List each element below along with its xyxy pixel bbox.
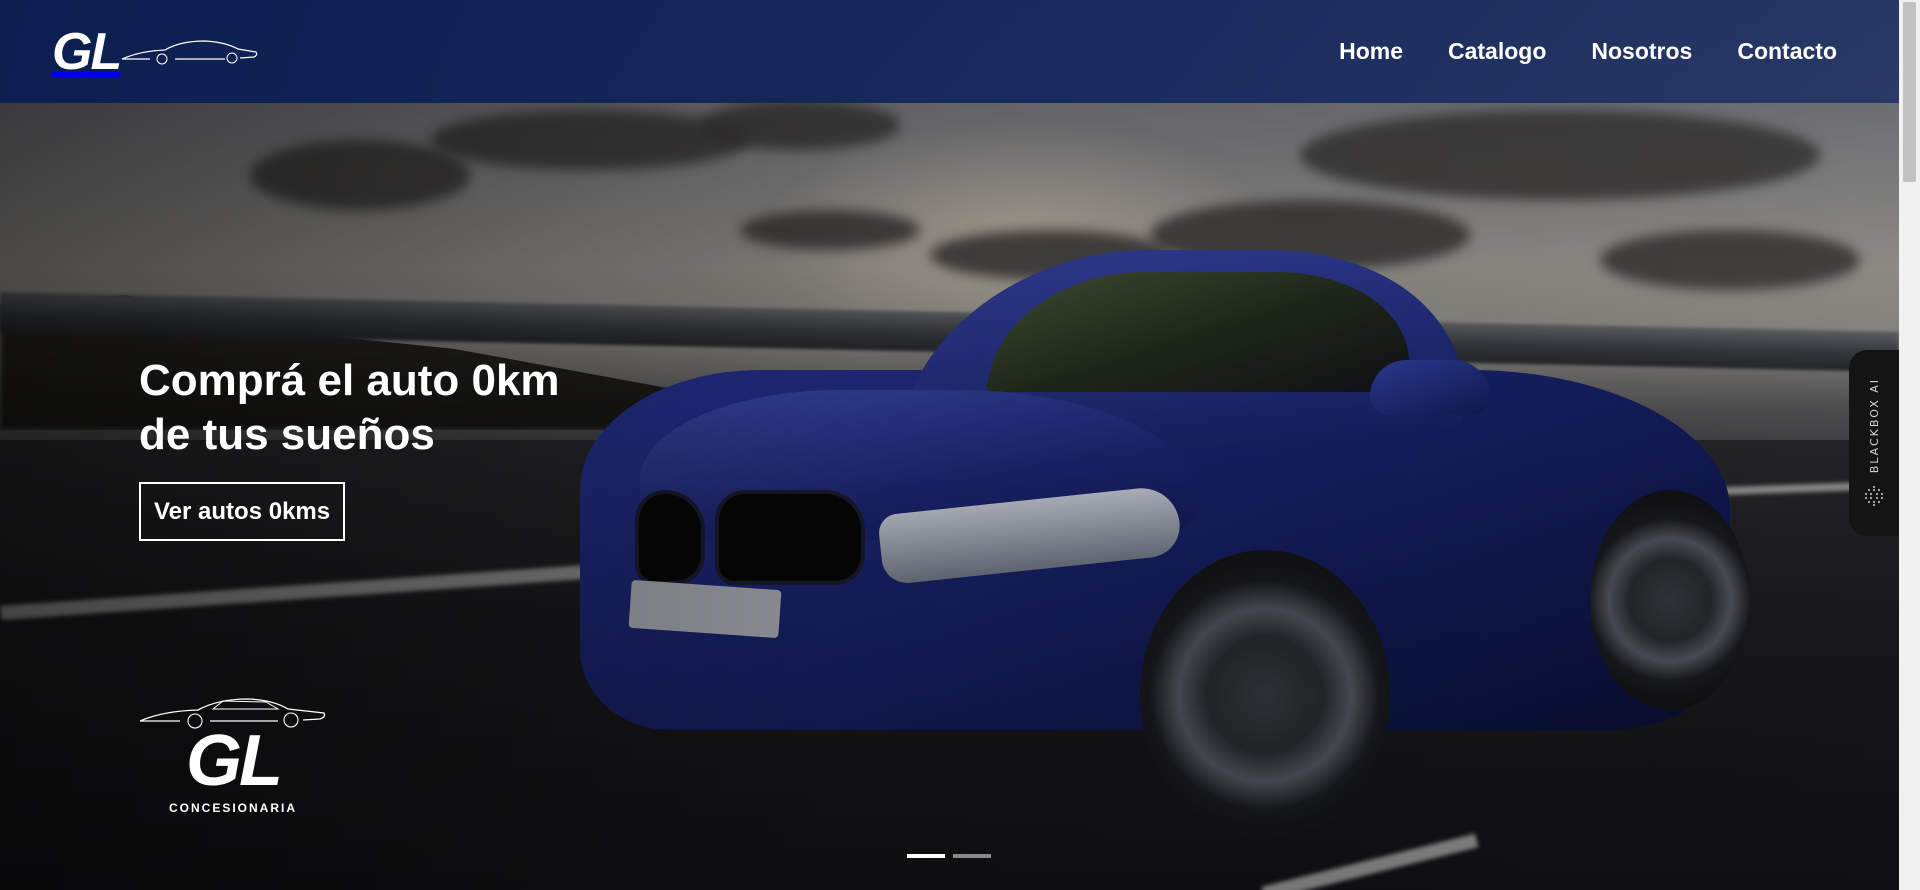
logo-text: GL — [52, 22, 122, 81]
page-scrollbar[interactable] — [1899, 0, 1920, 890]
nav-contacto[interactable]: Contacto — [1737, 38, 1837, 65]
side-widget-label: BLACKBOX AI — [1867, 378, 1881, 474]
slider-pagination — [907, 854, 991, 858]
main-nav: Home Catalogo Nosotros Contacto — [1339, 38, 1837, 65]
view-cars-button[interactable]: Ver autos 0kms — [139, 482, 346, 541]
footer-logo-text: GL — [186, 721, 283, 801]
footer-logo-subtitle: CONCESIONARIA — [168, 801, 297, 815]
slider-dot-2[interactable] — [953, 854, 991, 858]
slider-dot-1[interactable] — [907, 854, 945, 858]
footer-logo: GL CONCESIONARIA — [138, 695, 328, 830]
nav-nosotros[interactable]: Nosotros — [1591, 38, 1692, 65]
blackbox-side-widget[interactable]: BLACKBOX AI — [1849, 350, 1899, 536]
car-outline-icon — [121, 39, 258, 64]
dots-sphere-icon — [1865, 485, 1883, 506]
hero-title-line-2: de tus sueños — [139, 410, 435, 459]
hero-title: Comprá el auto 0km de tus sueños — [139, 354, 699, 462]
scrollbar-thumb[interactable] — [1903, 2, 1916, 182]
nav-catalogo[interactable]: Catalogo — [1448, 38, 1546, 65]
car-outline-icon — [139, 698, 326, 729]
site-header: GL Home Catalogo Nosotros Contacto — [0, 0, 1899, 103]
header-logo[interactable]: GL — [52, 22, 260, 82]
hero-title-line-1: Comprá el auto 0km — [139, 356, 560, 405]
nav-home[interactable]: Home — [1339, 38, 1403, 65]
